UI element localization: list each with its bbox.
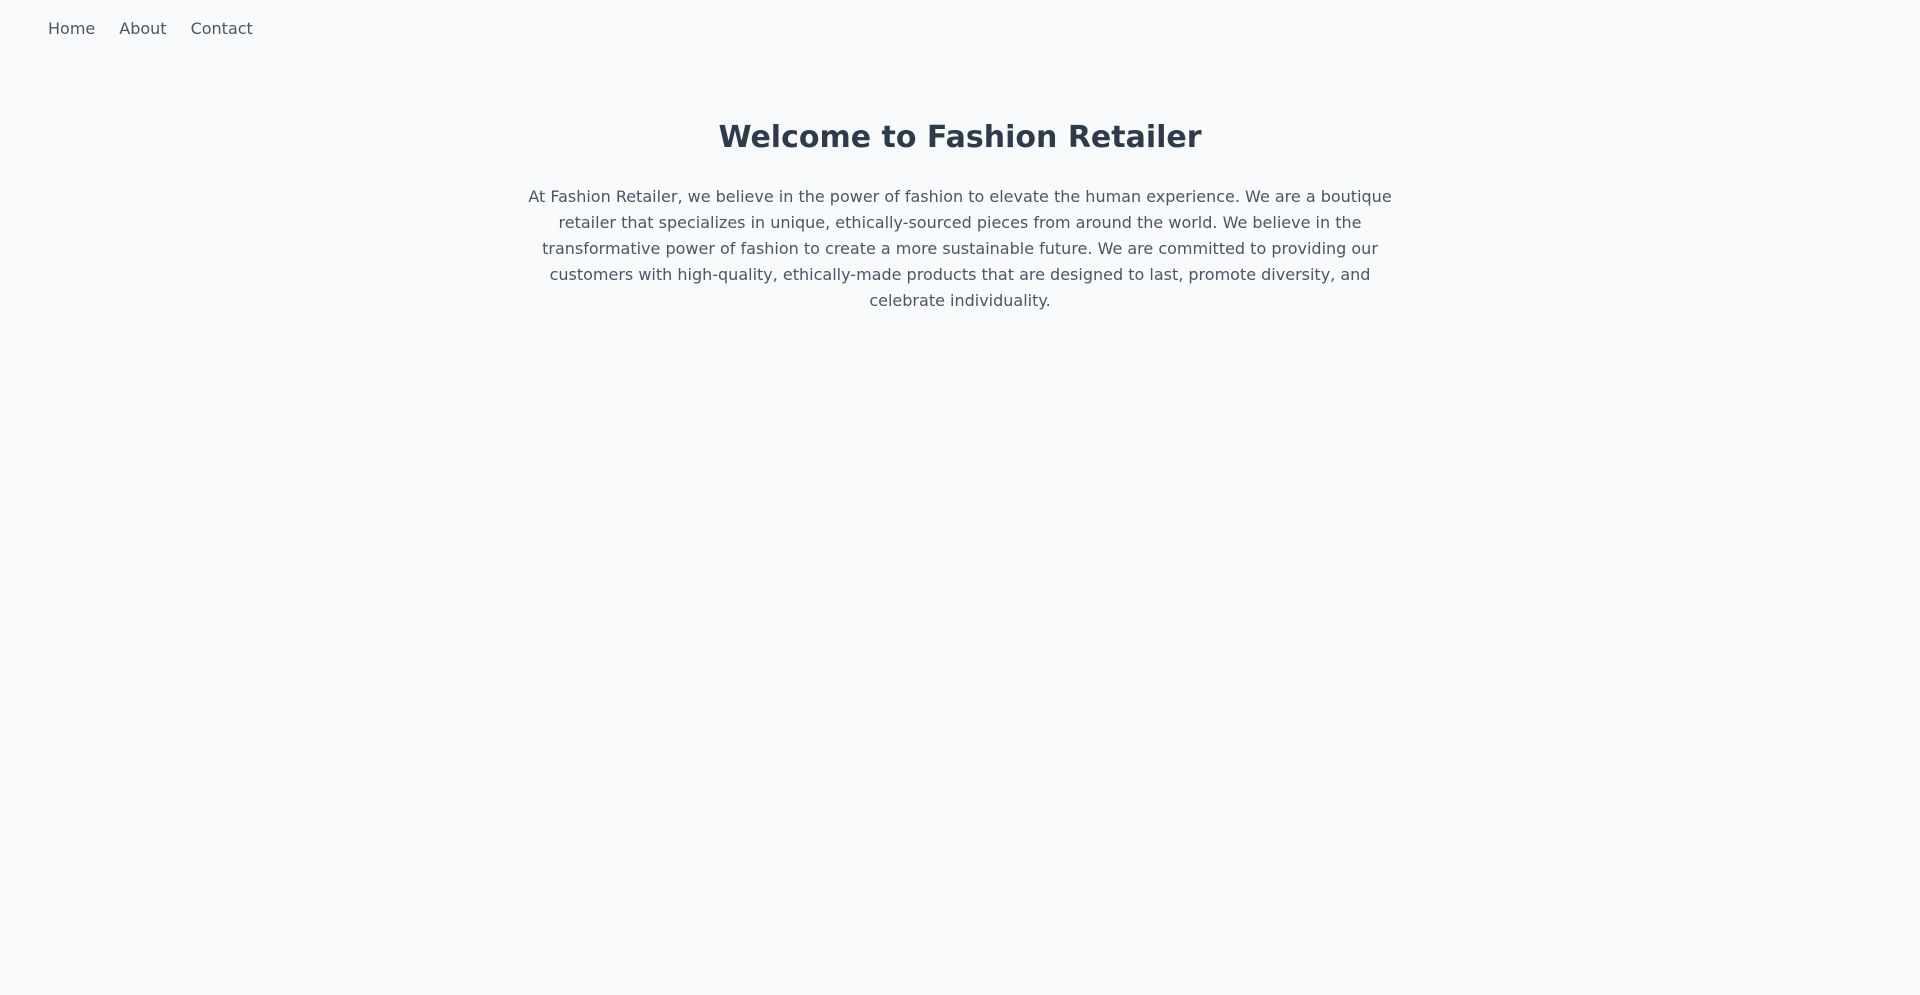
nav-about-link[interactable]: About [119, 17, 166, 41]
nav-contact-link[interactable]: Contact [191, 17, 253, 41]
top-nav: Home About Contact [48, 17, 253, 41]
nav-home-link[interactable]: Home [48, 17, 95, 41]
page-title: Welcome to Fashion Retailer [718, 120, 1202, 155]
hero-section: Welcome to Fashion Retailer At Fashion R… [0, 116, 1920, 314]
intro-paragraph: At Fashion Retailer, we believe in the p… [528, 187, 1392, 310]
